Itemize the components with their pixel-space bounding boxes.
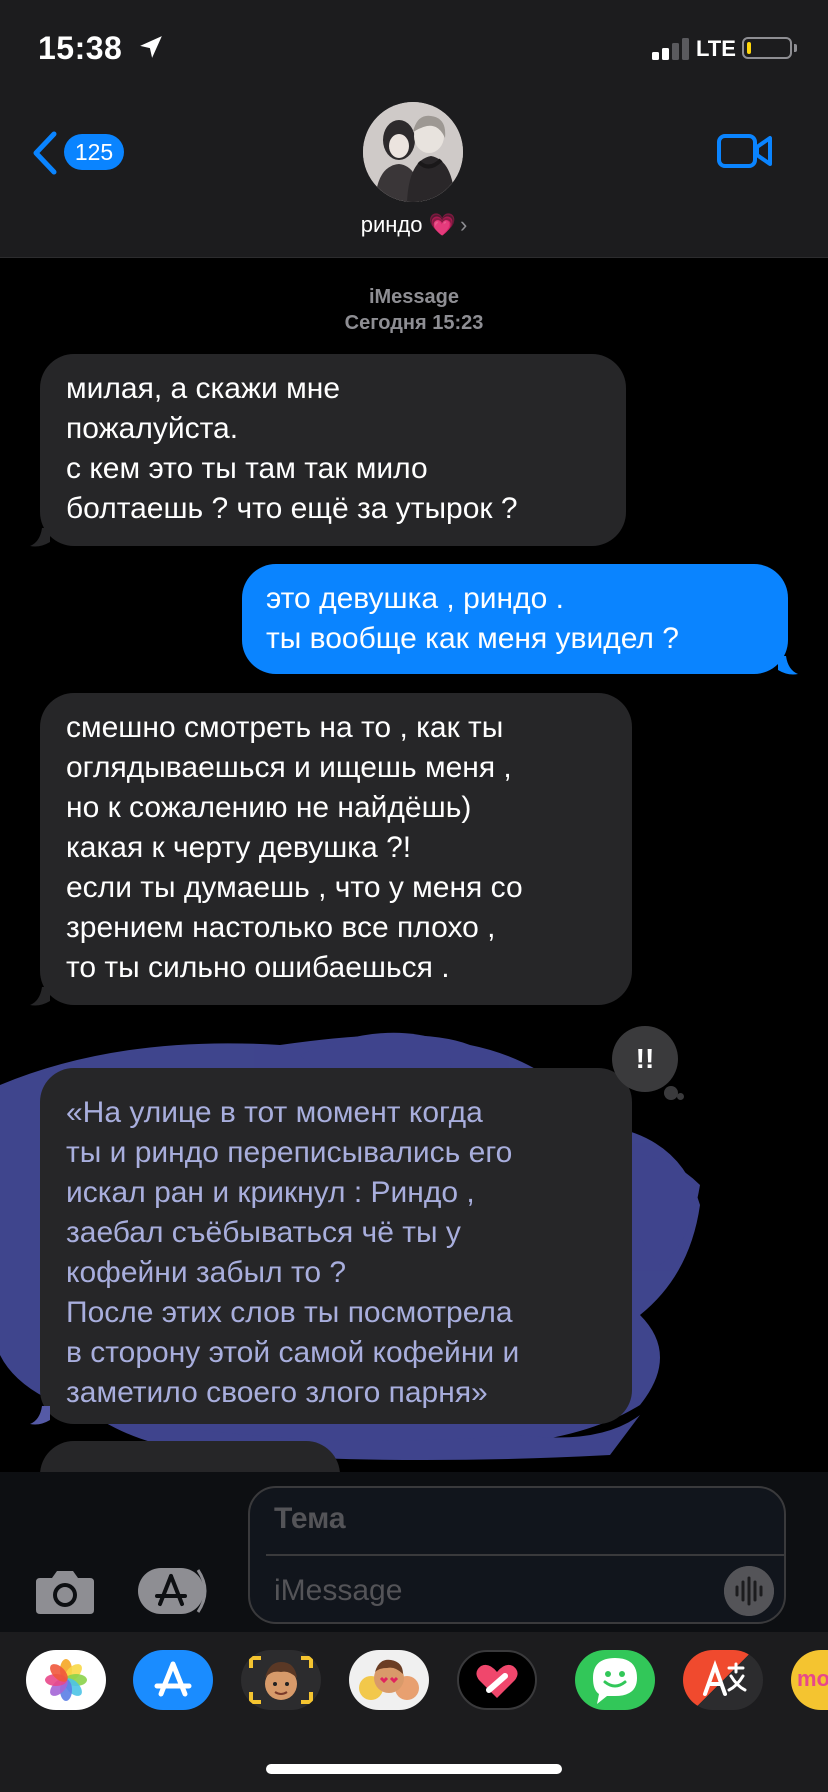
chevron-right-icon: › xyxy=(459,212,468,237)
message-line: пожалуйста. xyxy=(66,412,239,445)
service-label: iMessage xyxy=(368,286,460,308)
audio-message-button[interactable] xyxy=(724,1566,774,1616)
bubble-tail xyxy=(30,987,50,1006)
incoming-message-bubble[interactable]: «На улице в тот момент когда ты и риндо … xyxy=(40,1068,632,1424)
contact-name-row[interactable]: риндо 💗 › xyxy=(0,212,828,238)
exclamation-icon: !! xyxy=(635,1043,655,1074)
status-time: 15:38 xyxy=(38,30,123,66)
message-line: милая, а скажи мне xyxy=(66,372,341,405)
message-line: какая к черту девушка ?! xyxy=(66,831,412,864)
memoji-app-icon[interactable] xyxy=(241,1650,321,1710)
contact-name: риндо 💗 xyxy=(360,212,456,237)
app-drawer: mo xyxy=(0,1632,828,1792)
battery-icon xyxy=(742,37,792,59)
home-indicator[interactable] xyxy=(266,1764,562,1774)
message-line: смешно смотреть на то , как ты xyxy=(66,711,504,744)
battery-nub xyxy=(794,44,797,52)
app-store-app-icon[interactable] xyxy=(133,1650,213,1710)
message-line: это девушка , риндо . xyxy=(266,582,564,615)
app-store-button[interactable] xyxy=(138,1566,212,1616)
incoming-message-bubble[interactable]: милая, а скажи мне пожалуйста. с кем это… xyxy=(40,354,626,546)
status-bar: 15:38 LTE xyxy=(0,0,828,100)
camera-button[interactable] xyxy=(34,1566,96,1616)
translate-app-icon[interactable] xyxy=(683,1650,763,1710)
translate-glyph-icon xyxy=(703,1660,747,1696)
message-line: то ты сильно ошибаешься . xyxy=(66,951,450,984)
message-line: если ты думаешь , что у меня со xyxy=(66,871,523,904)
bubble-tail xyxy=(30,1406,50,1425)
photos-app-icon[interactable] xyxy=(26,1650,106,1710)
thread-timestamp: Сегодня 15:23 xyxy=(344,312,484,334)
message-composer: Тема iMessage xyxy=(0,1472,828,1632)
subject-field[interactable]: Тема xyxy=(274,1502,346,1536)
incoming-message-bubble[interactable]: смешно смотреть на то , как ты оглядывае… xyxy=(40,693,632,1005)
message-line: ты вообще как меня увидел ? xyxy=(266,622,679,655)
outgoing-message-bubble[interactable]: это девушка , риндо . ты вообще как меня… xyxy=(242,564,788,674)
tapback-emphasis[interactable]: !! xyxy=(612,1026,678,1092)
avatar-illustration xyxy=(363,102,463,202)
contact-avatar[interactable] xyxy=(363,102,463,202)
stickers-app-icon[interactable] xyxy=(575,1650,655,1710)
music-app-icon[interactable]: mo xyxy=(791,1650,828,1710)
heart-touch-icon xyxy=(476,1664,518,1698)
network-type: LTE xyxy=(696,36,736,61)
memoji-face-icon xyxy=(249,1656,313,1704)
message-line: в сторону этой самой кофейни и xyxy=(66,1336,520,1369)
message-line: заебал съёбываться чё ты у xyxy=(66,1216,461,1249)
cellular-signal-icon xyxy=(652,38,689,60)
message-line: После этих слов ты посмотрела xyxy=(66,1296,513,1329)
message-line: зрением настолько все плохо , xyxy=(66,911,496,944)
video-call-button[interactable] xyxy=(716,130,774,172)
message-line: но к сожалению не найдёшь) xyxy=(66,791,472,824)
message-line: болтаешь ? что ещё за утырок ? xyxy=(66,492,518,525)
message-field[interactable]: iMessage xyxy=(274,1574,402,1608)
message-line: оглядываешься и ищешь меня , xyxy=(66,751,512,784)
memoji-stickers-app-icon[interactable] xyxy=(349,1650,429,1710)
location-arrow-icon xyxy=(140,36,162,58)
message-line: с кем это ты там так мило xyxy=(66,452,428,485)
tapback-tail-dot xyxy=(664,1086,678,1100)
memoji-stickers-icon xyxy=(359,1659,419,1700)
music-app-label: mo xyxy=(797,1666,828,1691)
bubble-tail xyxy=(778,656,798,675)
message-line: «На улице в тот момент когда xyxy=(66,1096,483,1129)
message-line: искал ран и крикнул : Риндо , xyxy=(66,1176,475,1209)
photos-flower-icon xyxy=(45,1659,87,1701)
digital-touch-app-icon[interactable] xyxy=(457,1650,537,1710)
message-line: заметило своего злого парня» xyxy=(66,1376,488,1409)
back-button[interactable]: 125 xyxy=(30,128,140,178)
thread-header: iMessage Сегодня 15:23 xyxy=(0,284,828,336)
conversation-header: 125 риндо 💗 › xyxy=(0,100,828,258)
chevron-left-icon xyxy=(33,131,57,175)
sticker-face-icon xyxy=(593,1658,637,1704)
message-input-box[interactable]: Тема iMessage xyxy=(248,1486,786,1624)
app-store-a-icon xyxy=(154,1661,192,1697)
message-line: кофейни забыл то ? xyxy=(66,1256,347,1289)
unread-count-badge: 125 xyxy=(64,134,124,170)
message-line: ты и риндо переписывались его xyxy=(66,1136,513,1169)
input-divider xyxy=(266,1554,784,1556)
tapback-tail-dot xyxy=(677,1093,684,1100)
bubble-tail xyxy=(30,528,50,547)
